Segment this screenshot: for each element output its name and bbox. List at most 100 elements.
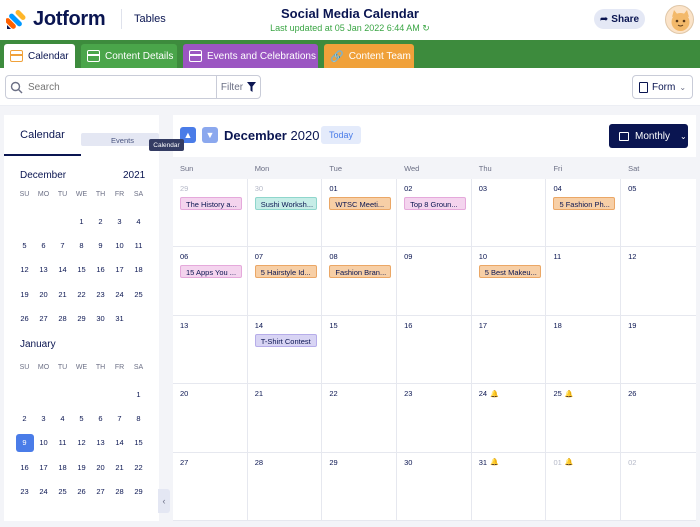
day-cell[interactable]: 27	[173, 452, 248, 521]
mini-day[interactable]: 20	[34, 282, 53, 306]
mini-day[interactable]: 22	[72, 282, 91, 306]
day-cell[interactable]: 09	[397, 247, 472, 316]
event-chip[interactable]: Fashion Bran...	[329, 265, 392, 279]
event-chip[interactable]: The History a...	[180, 197, 242, 210]
mini-day[interactable]: 24	[34, 480, 53, 504]
share-button[interactable]: ➦ Share	[594, 9, 645, 29]
mini-day[interactable]: 10	[110, 233, 129, 257]
mini-day[interactable]: 14	[53, 258, 72, 282]
mini-day[interactable]: 21	[110, 455, 129, 479]
day-cell[interactable]: 19	[621, 316, 696, 385]
mini-day[interactable]: 7	[53, 233, 72, 257]
mini-day[interactable]: 11	[53, 431, 72, 455]
mini-day[interactable]: 16	[15, 455, 34, 479]
day-cell[interactable]: 12	[621, 247, 696, 316]
mini-day[interactable]: 22	[129, 455, 148, 479]
mini-day[interactable]: 23	[15, 480, 34, 504]
mini-day[interactable]: 28	[110, 480, 129, 504]
day-cell[interactable]: 23	[397, 384, 472, 453]
day-cell[interactable]: 18	[546, 315, 622, 385]
refresh-icon[interactable]: ↻	[422, 23, 430, 33]
day-cell[interactable]: 16	[397, 315, 472, 385]
collapse-sidebar-button[interactable]: ‹	[158, 489, 170, 513]
tab-content-details[interactable]: Content Details	[81, 44, 177, 68]
mini-day[interactable]: 3	[34, 406, 53, 430]
mini-day[interactable]: 1	[72, 209, 91, 233]
mini-day[interactable]: 30	[91, 307, 110, 331]
mini-day[interactable]: 8	[72, 233, 91, 257]
search-input[interactable]	[28, 81, 198, 93]
mini-day[interactable]: 5	[15, 233, 34, 257]
mini-day[interactable]: 20	[91, 455, 110, 479]
view-selector[interactable]: Monthly ⌄	[609, 124, 688, 148]
mini-day[interactable]: 27	[91, 480, 110, 504]
mini-day[interactable]: 4	[129, 209, 148, 233]
day-cell[interactable]: 29	[322, 452, 398, 521]
avatar[interactable]	[665, 5, 694, 34]
event-chip[interactable]: T-Shirt Contest	[254, 333, 317, 347]
mini-day[interactable]: 8	[129, 406, 148, 430]
sidebar-tab-calendar[interactable]: Calendar	[4, 115, 81, 156]
mini-day[interactable]: 7	[110, 406, 129, 430]
event-chip[interactable]: 15 Apps You ...	[180, 265, 242, 279]
event-chip[interactable]: Sushi Worksh...	[254, 197, 317, 210]
bell-icon[interactable]: 🔔	[565, 390, 574, 398]
mini-day[interactable]: 9	[91, 233, 110, 257]
today-button[interactable]: Today	[321, 126, 361, 144]
next-month-button[interactable]: ▼	[202, 127, 218, 143]
mini-day[interactable]: 25	[129, 282, 148, 306]
day-cell[interactable]: 05	[621, 179, 696, 248]
day-cell[interactable]: 17	[471, 315, 547, 385]
mini-day[interactable]: 15	[129, 431, 148, 455]
mini-day[interactable]: 1	[129, 382, 148, 406]
mini-day[interactable]: 4	[53, 406, 72, 430]
product-label[interactable]: Tables	[134, 13, 166, 25]
event-chip[interactable]: Top 8 Groun...	[404, 197, 467, 210]
mini-day[interactable]: 29	[72, 307, 91, 331]
day-cell[interactable]: 06 15 Apps You ...	[173, 247, 248, 316]
mini-day[interactable]: 21	[53, 282, 72, 306]
mini-day[interactable]: 25	[53, 480, 72, 504]
mini-day[interactable]: 18	[129, 258, 148, 282]
sidebar-tab-events[interactable]: Events	[81, 133, 159, 146]
tab-content-team[interactable]: 🔗 Content Team	[324, 44, 414, 68]
day-cell[interactable]: 21	[247, 384, 323, 453]
mini-day[interactable]: 15	[72, 258, 91, 282]
day-cell[interactable]: 28	[247, 452, 323, 521]
mini-day[interactable]: 13	[91, 431, 110, 455]
brand-name[interactable]: Jotform	[33, 8, 106, 31]
mini-day[interactable]: 6	[91, 406, 110, 430]
mini-day[interactable]: 19	[15, 282, 34, 306]
mini-day[interactable]: 3	[110, 209, 129, 233]
mini-day[interactable]: 19	[72, 455, 91, 479]
mini-day[interactable]: 14	[110, 431, 129, 455]
event-chip[interactable]: 5 Hairstyle Id...	[254, 265, 317, 279]
day-cell[interactable]: 29 The History a...	[173, 179, 248, 248]
mini-day[interactable]: 13	[34, 258, 53, 282]
day-cell[interactable]: 02	[621, 453, 696, 521]
mini-day[interactable]: 16	[91, 258, 110, 282]
mini-day[interactable]: 11	[129, 233, 148, 257]
day-cell[interactable]: 15	[322, 315, 398, 385]
mini-day[interactable]: 18	[53, 455, 72, 479]
day-cell[interactable]: 04 5 Fashion Ph...	[546, 179, 622, 248]
tab-events-and-celebrations[interactable]: Events and Celebrations	[183, 44, 318, 68]
mini-day[interactable]: 29	[129, 480, 148, 504]
mini-day[interactable]: 26	[15, 307, 34, 331]
day-cell[interactable]: 14 T-Shirt Contest	[247, 315, 323, 385]
day-cell[interactable]: 30	[397, 452, 472, 521]
mini-day[interactable]: 6	[34, 233, 53, 257]
jotform-logo-icon[interactable]	[6, 8, 28, 30]
mini-day[interactable]: 10	[34, 431, 53, 455]
bell-icon[interactable]: 🔔	[565, 458, 574, 466]
bell-icon[interactable]: 🔔	[490, 458, 499, 466]
mini-day[interactable]: 31	[110, 307, 129, 331]
event-chip[interactable]: 5 Fashion Ph...	[553, 197, 616, 210]
day-cell[interactable]: 13	[173, 315, 248, 385]
mini-day[interactable]: 12	[72, 431, 91, 455]
event-chip[interactable]: 5 Best Makeu...	[478, 265, 541, 279]
mini-day[interactable]: 2	[15, 406, 34, 430]
search-box[interactable]	[5, 75, 217, 99]
day-cell[interactable]: 24 🔔	[471, 384, 547, 453]
mini-day[interactable]: 17	[110, 258, 129, 282]
